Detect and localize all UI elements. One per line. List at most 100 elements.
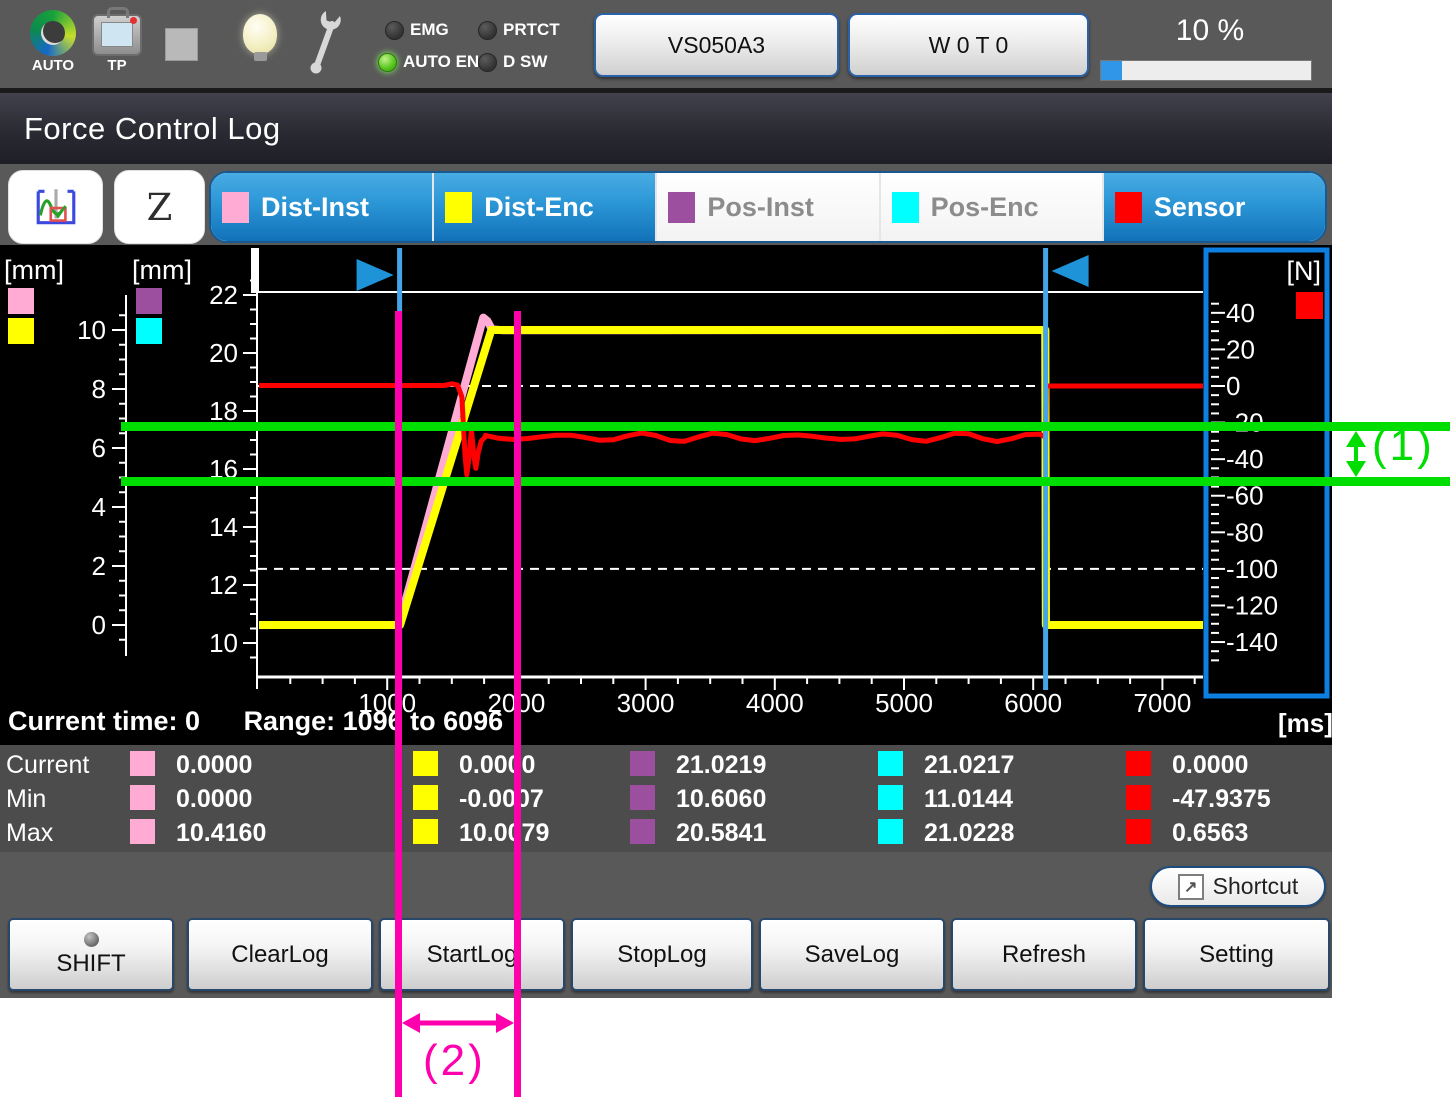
tab-pos-enc[interactable]: Pos-Enc <box>879 173 1102 241</box>
tp-screen <box>101 22 133 47</box>
tab-dist-enc[interactable]: Dist-Enc <box>432 173 655 241</box>
stats-row-label-min: Min <box>6 785 46 814</box>
savelog-button-label: SaveLog <box>805 941 900 969</box>
startlog-button-label: StartLog <box>427 941 518 969</box>
range-text: Range: 1096 to 6096 <box>244 706 504 736</box>
stats-value-dist-inst-min: 0.0000 <box>176 785 252 814</box>
stats-swatch-dist-enc <box>413 819 438 844</box>
stats-swatch-pos-inst <box>630 785 655 810</box>
shift-button[interactable]: SHIFT <box>8 918 174 991</box>
stop-square-icon[interactable] <box>165 28 198 61</box>
stats-swatch-dist-enc <box>413 785 438 810</box>
cursor-end-triangle-icon[interactable] <box>1052 255 1089 287</box>
teach-pendant-icon[interactable]: TP <box>90 10 144 74</box>
stats-value-dist-enc-max: 10.0079 <box>459 819 549 848</box>
stats-swatch-pos-inst <box>630 751 655 776</box>
bulb-base <box>254 52 267 61</box>
speed-progressbar <box>1100 60 1312 81</box>
svg-text:-80: -80 <box>1226 517 1264 547</box>
stats-swatch-pos-enc <box>878 785 903 810</box>
tab-dist-inst[interactable]: Dist-Inst <box>211 173 432 241</box>
savelog-button[interactable]: SaveLog <box>759 918 945 991</box>
shift-button-label: SHIFT <box>56 950 125 978</box>
bulb-glass <box>243 14 277 54</box>
startlog-button[interactable]: StartLog <box>379 918 565 991</box>
clearlog-button[interactable]: ClearLog <box>187 918 373 991</box>
pos-inst-swatch <box>668 192 695 223</box>
stats-row-label-max: Max <box>6 819 53 848</box>
indicator-prtct: PRTCT <box>478 20 560 40</box>
shortcut-icon: ↗ <box>1178 874 1204 900</box>
svg-text:-120: -120 <box>1226 590 1278 620</box>
auto-en-led-icon <box>378 53 397 72</box>
emg-led-icon <box>385 21 404 40</box>
dist-inst-tab-label: Dist-Inst <box>261 192 369 223</box>
refresh-button[interactable]: Refresh <box>951 918 1137 991</box>
auto-icon-label: AUTO <box>26 57 80 74</box>
tab-sensor[interactable]: Sensor <box>1102 173 1325 241</box>
tp-device-icon <box>92 14 142 56</box>
pos-inst-tab-label: Pos-Inst <box>707 192 814 223</box>
svg-text:-40: -40 <box>1226 444 1264 474</box>
svg-text:10: 10 <box>77 315 106 345</box>
auto-swirl-icon <box>30 10 76 56</box>
wrench-icon[interactable] <box>303 8 345 81</box>
stats-value-dist-inst-max: 10.4160 <box>176 819 266 848</box>
stats-value-pos-enc-max: 21.0228 <box>924 819 1014 848</box>
stats-swatch-sensor <box>1126 785 1151 810</box>
dist-enc-tab-label: Dist-Enc <box>484 192 594 223</box>
svg-text:-60: -60 <box>1226 481 1264 511</box>
indicator-d-sw: D SW <box>478 52 547 72</box>
svg-text:12: 12 <box>209 570 238 600</box>
pos-enc-swatch <box>892 192 919 223</box>
annotation-callout-2: (2) <box>423 1036 486 1086</box>
cursor-start-triangle-icon[interactable] <box>357 259 394 291</box>
page-title: Force Control Log <box>24 111 281 147</box>
stats-row-label-current: Current <box>6 751 89 780</box>
auto-mode-icon[interactable]: AUTO <box>26 10 80 74</box>
ms-unit-label: [ms] <box>1278 708 1333 739</box>
annotation-green-arrow <box>1338 431 1374 477</box>
zoom-z-button[interactable]: Z <box>114 170 205 244</box>
svg-text:20: 20 <box>209 338 238 368</box>
svg-text:[mm]: [mm] <box>4 255 64 285</box>
app-window: AUTO TP EMGPRTCTAUTO END SW VS050A3 W 0 … <box>0 0 1332 998</box>
svg-text:40: 40 <box>1226 298 1255 328</box>
setting-button-label: Setting <box>1199 941 1274 969</box>
lamp-icon[interactable] <box>242 14 278 61</box>
pos-enc-tab-label: Pos-Enc <box>931 192 1039 223</box>
svg-text:20: 20 <box>1226 334 1255 364</box>
stats-swatch-pos-enc <box>878 819 903 844</box>
prtct-led-icon <box>478 21 497 40</box>
svg-text:10: 10 <box>209 628 238 658</box>
clearlog-button-label: ClearLog <box>231 941 328 969</box>
svg-text:[N]: [N] <box>1286 256 1321 286</box>
svg-text:2: 2 <box>92 551 106 581</box>
series-tab-group: Dist-Inst Dist-Enc Pos-Inst Pos-Enc Sensor <box>209 171 1327 243</box>
stats-swatch-pos-inst <box>630 819 655 844</box>
sensor-swatch <box>1115 192 1142 223</box>
stats-swatch-dist-enc <box>413 751 438 776</box>
stoplog-button[interactable]: StopLog <box>571 918 753 991</box>
shortcut-button[interactable]: ↗ Shortcut <box>1150 866 1326 907</box>
graph-view-button[interactable] <box>8 170 103 244</box>
stats-value-pos-enc-min: 11.0144 <box>924 785 1013 814</box>
svg-text:14: 14 <box>209 512 238 542</box>
robot-name-button[interactable]: VS050A3 <box>594 13 839 77</box>
stats-value-pos-inst-max: 20.5841 <box>676 819 766 848</box>
tab-pos-inst[interactable]: Pos-Inst <box>655 173 878 241</box>
shift-led-icon <box>84 932 99 947</box>
tp-icon-label: TP <box>90 57 144 74</box>
svg-text:-140: -140 <box>1226 627 1278 657</box>
speed-percentage: 10 % <box>1148 14 1272 48</box>
chart-region: 0246810[mm]10121416182022[mm]10002000300… <box>0 245 1332 852</box>
svg-text:4: 4 <box>92 492 106 522</box>
setting-button[interactable]: Setting <box>1143 918 1330 991</box>
work-tool-button[interactable]: W 0 T 0 <box>848 13 1089 77</box>
svg-text:8: 8 <box>92 374 106 404</box>
svg-text:6: 6 <box>92 433 106 463</box>
annotation-magenta-arrow <box>402 1009 514 1037</box>
stats-swatch-pos-enc <box>878 751 903 776</box>
force-control-chart: 0246810[mm]10121416182022[mm]10002000300… <box>0 245 1332 745</box>
stats-value-sensor-max: 0.6563 <box>1172 819 1248 848</box>
